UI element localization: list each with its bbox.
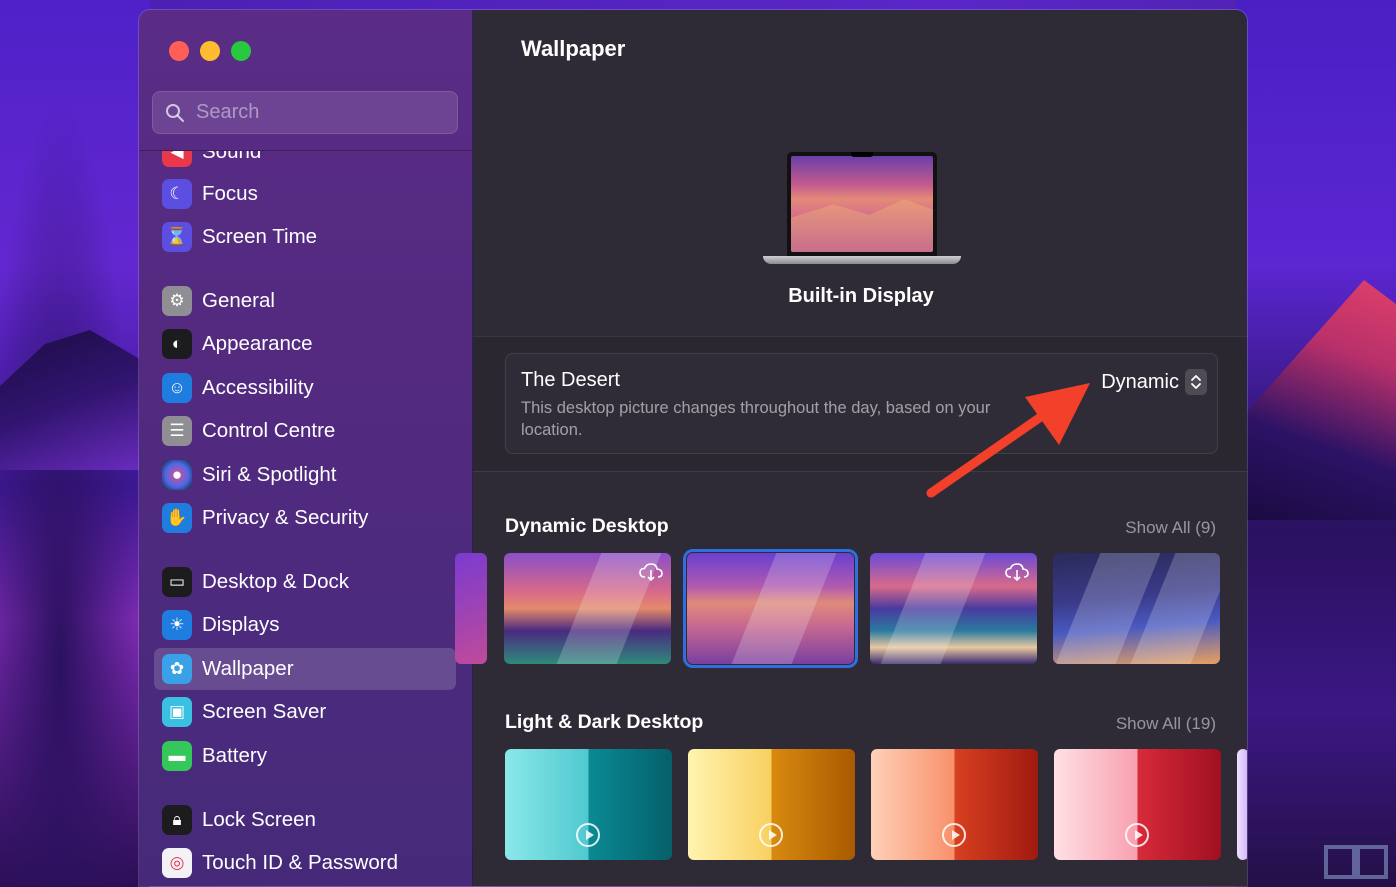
sidebar-item-label: Appearance — [202, 332, 313, 355]
sidebar-item-label: Siri & Spotlight — [202, 463, 337, 486]
show-all-light-dark-button[interactable]: Show All (19) — [1116, 714, 1216, 734]
wallpaper-thumbnail[interactable] — [1053, 553, 1220, 664]
sidebar-item-label: Privacy & Security — [202, 506, 369, 529]
sidebar-item-general[interactable]: ⚙ General — [154, 280, 456, 322]
sidebar-item-wallpaper[interactable]: ✿ Wallpaper — [154, 648, 456, 690]
play-icon — [576, 823, 600, 847]
sidebar-item-label: Focus — [202, 182, 258, 205]
wallpaper-thumbnail[interactable] — [871, 749, 1038, 860]
section-title-light-dark-desktop: Light & Dark Desktop — [505, 711, 704, 733]
sidebar-item-lock-screen[interactable]: 🔒︎ Lock Screen — [154, 799, 456, 841]
battery-icon: ▬ — [162, 741, 192, 771]
display-name: Built-in Display — [788, 285, 934, 307]
sidebar-item-accessibility[interactable]: ☺ Accessibility — [154, 367, 456, 409]
accessibility-icon: ☺ — [162, 373, 192, 403]
current-wallpaper-card: The Desert This desktop picture changes … — [505, 353, 1218, 454]
current-wallpaper-section: The Desert This desktop picture changes … — [473, 337, 1247, 471]
sidebar-nav: ◀ Sound ☾ Focus ⌛ Screen Time ⚙ General … — [139, 151, 472, 886]
toggles-icon: ☰ — [162, 416, 192, 446]
zoom-button[interactable] — [231, 41, 251, 61]
sidebar-item-battery[interactable]: ▬ Battery — [154, 735, 456, 777]
sidebar-item-siri-spotlight[interactable]: ● Siri & Spotlight — [154, 454, 456, 496]
watermark-logo — [1324, 845, 1388, 879]
sidebar-item-screen-saver[interactable]: ▣ Screen Saver — [154, 691, 456, 733]
sidebar-item-label: Control Centre — [202, 419, 336, 442]
wallpaper-mode-value: Dynamic — [1101, 370, 1179, 393]
sidebar-item-label: General — [202, 289, 275, 312]
sidebar-item-label: Touch ID & Password — [202, 851, 398, 874]
desktop-background-right — [1236, 0, 1396, 887]
hand-icon: ✋ — [162, 503, 192, 533]
sidebar-item-label: Lock Screen — [202, 808, 316, 831]
gear-icon: ⚙ — [162, 286, 192, 316]
wallpaper-thumbnail[interactable] — [505, 749, 672, 860]
close-button[interactable] — [169, 41, 189, 61]
flower-icon: ✿ — [162, 654, 192, 684]
sidebar-item-label: Sound — [202, 151, 262, 163]
search-input[interactable]: Search — [152, 91, 458, 134]
desktop-background-left — [0, 0, 150, 887]
display-preview-area: Built-in Display — [473, 90, 1247, 336]
screensaver-icon: ▣ — [162, 697, 192, 727]
speaker-icon: ◀ — [162, 151, 192, 167]
siri-icon: ● — [162, 460, 192, 490]
sidebar-item-displays[interactable]: ☀ Displays — [154, 604, 456, 646]
wallpaper-thumbnail-partial[interactable] — [1237, 749, 1247, 860]
page-title: Wallpaper — [521, 36, 626, 61]
laptop-illustration — [763, 152, 961, 272]
search-icon — [166, 103, 184, 122]
minimize-button[interactable] — [200, 41, 220, 61]
sidebar: Search ◀ Sound ☾ Focus ⌛ Screen Time ⚙ G… — [139, 10, 473, 886]
window-controls — [169, 41, 251, 61]
wallpaper-thumbnail[interactable] — [1054, 749, 1221, 860]
sidebar-item-appearance[interactable]: ◐ Appearance — [154, 323, 456, 365]
wallpaper-thumbnail-selected[interactable] — [683, 549, 858, 668]
sidebar-item-label: Desktop & Dock — [202, 570, 349, 593]
fingerprint-icon: ◎ — [162, 848, 192, 878]
play-icon — [1125, 823, 1149, 847]
sidebar-item-label: Displays — [202, 613, 280, 636]
sidebar-item-sound[interactable]: ◀ Sound — [154, 151, 456, 173]
section-title-dynamic-desktop: Dynamic Desktop — [505, 515, 669, 537]
divider — [473, 471, 1247, 472]
sidebar-item-label: Accessibility — [202, 376, 314, 399]
sidebar-item-label: Screen Time — [202, 225, 318, 248]
sidebar-item-label: Wallpaper — [202, 657, 294, 680]
download-cloud-icon[interactable] — [639, 562, 663, 582]
sidebar-item-control-centre[interactable]: ☰ Control Centre — [154, 410, 456, 452]
appearance-icon: ◐ — [162, 329, 192, 359]
wallpaper-name: The Desert — [521, 369, 620, 391]
annotation-arrow — [926, 383, 1090, 498]
show-all-dynamic-button[interactable]: Show All (9) — [1125, 518, 1216, 538]
sidebar-item-privacy-security[interactable]: ✋ Privacy & Security — [154, 497, 456, 539]
main-pane: Wallpaper Built-in Display The Desert Th… — [455, 10, 1247, 886]
wallpaper-mode-select[interactable]: Dynamic — [1101, 369, 1207, 395]
moon-icon: ☾ — [162, 179, 192, 209]
sidebar-item-desktop-dock[interactable]: ▭ Desktop & Dock — [154, 561, 456, 603]
sidebar-item-screen-time[interactable]: ⌛ Screen Time — [154, 216, 456, 258]
chevron-up-down-icon[interactable] — [1185, 369, 1207, 395]
wallpaper-thumbnail[interactable] — [688, 749, 855, 860]
lock-icon: 🔒︎ — [162, 805, 192, 835]
wallpaper-thumbnail[interactable] — [504, 553, 671, 664]
sidebar-item-label: Battery — [202, 744, 267, 767]
search-placeholder: Search — [196, 101, 260, 123]
sidebar-item-focus[interactable]: ☾ Focus — [154, 173, 456, 215]
hourglass-icon: ⌛ — [162, 222, 192, 252]
play-icon — [942, 823, 966, 847]
wallpaper-thumbnail-partial[interactable] — [455, 553, 487, 664]
download-cloud-icon[interactable] — [1005, 562, 1029, 582]
sidebar-item-label: Screen Saver — [202, 700, 327, 723]
sidebar-item-touch-id[interactable]: ◎ Touch ID & Password — [154, 842, 456, 884]
play-icon — [759, 823, 783, 847]
sun-icon: ☀ — [162, 610, 192, 640]
dock-icon: ▭ — [162, 567, 192, 597]
wallpaper-thumbnail[interactable] — [870, 553, 1037, 664]
